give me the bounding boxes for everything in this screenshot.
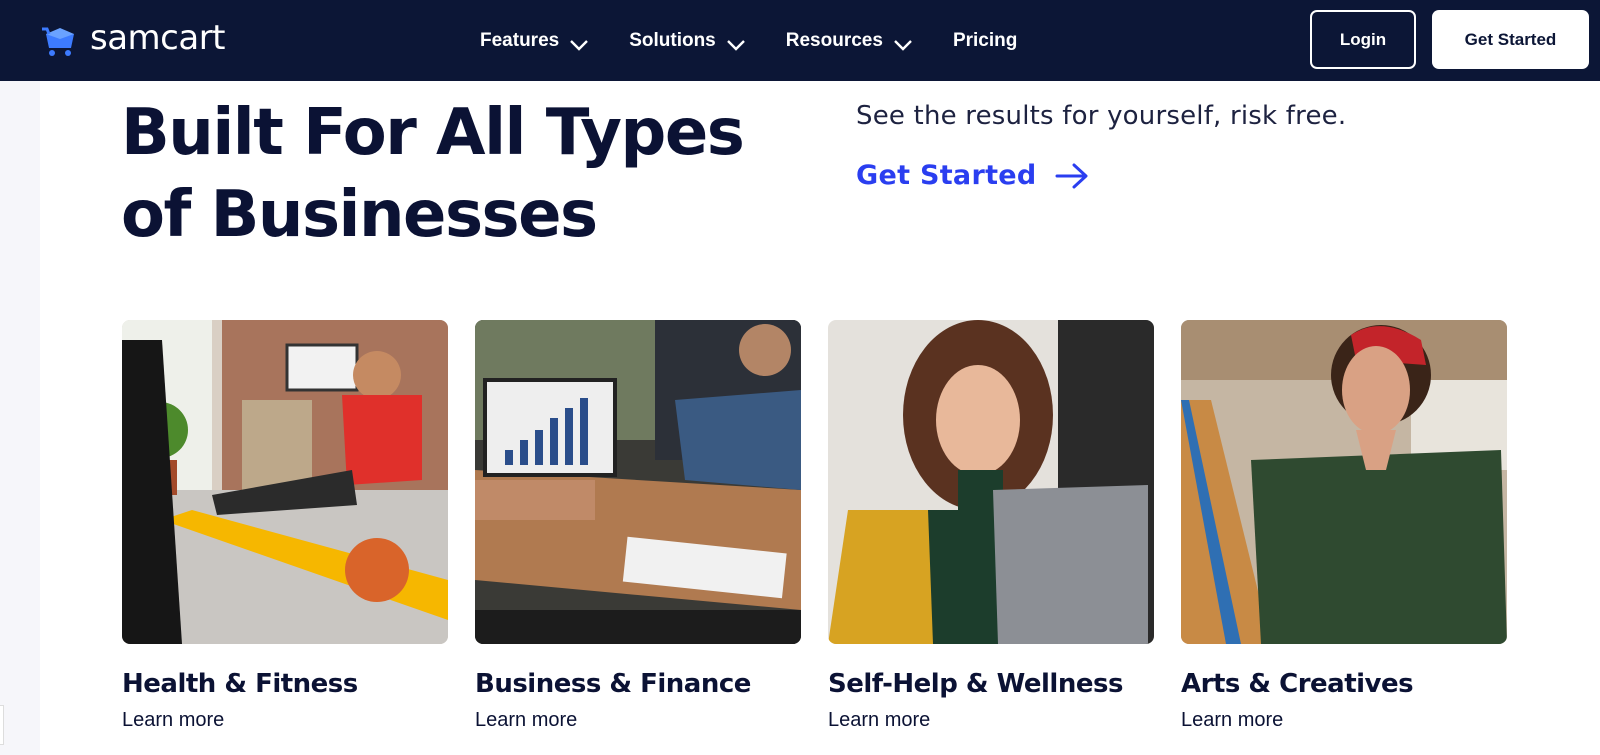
hero-tagline: See the results for yourself, risk free. [856,101,1347,131]
brand-name: samcart [90,18,226,58]
card-title: Arts & Creatives [1181,669,1414,699]
card-title: Health & Fitness [122,669,358,699]
woman-painting-photo[interactable] [1181,320,1507,644]
learn-more-link[interactable]: Learn more [1181,709,1283,732]
card-title: Business & Finance [475,669,751,699]
get-started-link-label: Get Started [856,160,1037,191]
page-headline: Built For All Types of Businesses [121,92,771,256]
main-menu: Features Solutions Resources Pricing [480,0,1057,81]
get-started-link[interactable]: Get Started [856,160,1089,191]
chevron-down-icon [893,35,913,51]
man-exercising-photo[interactable] [122,320,448,644]
nav-features-label: Features [480,29,560,51]
nav-solutions-label: Solutions [629,29,716,51]
nav-resources[interactable]: Resources [786,30,913,52]
category-card-self-help-wellness[interactable]: Self-Help & Wellness Learn more [828,320,1154,732]
card-title: Self-Help & Wellness [828,669,1123,699]
business-meeting-photo[interactable] [475,320,801,644]
headline-line-1: Built For All Types [121,96,745,170]
nav-pricing[interactable]: Pricing [953,30,1017,52]
headline-line-2: of Businesses [121,178,598,252]
login-button[interactable]: Login [1310,10,1416,69]
top-navbar: samcart Features Solutions Resources Pri… [0,0,1600,81]
category-card-arts-creatives[interactable]: Arts & Creatives Learn more [1181,320,1507,732]
category-card-health-fitness[interactable]: Health & Fitness Learn more [122,320,448,732]
nav-features[interactable]: Features [480,30,589,52]
learn-more-link[interactable]: Learn more [475,709,577,732]
woman-laptop-photo[interactable] [828,320,1154,644]
chevron-down-icon [569,35,589,51]
nav-solutions[interactable]: Solutions [629,30,746,52]
cart-logo-icon [40,22,80,58]
category-card-business-finance[interactable]: Business & Finance Learn more [475,320,801,732]
nav-resources-label: Resources [785,29,883,51]
chevron-down-icon [726,35,746,51]
learn-more-link[interactable]: Learn more [122,709,224,732]
learn-more-link[interactable]: Learn more [828,709,930,732]
side-tab[interactable] [0,705,4,745]
samcart-logo[interactable]: samcart [40,18,226,60]
arrow-right-icon [1055,163,1089,189]
get-started-nav-button[interactable]: Get Started [1432,10,1589,69]
nav-pricing-label: Pricing [952,29,1018,51]
